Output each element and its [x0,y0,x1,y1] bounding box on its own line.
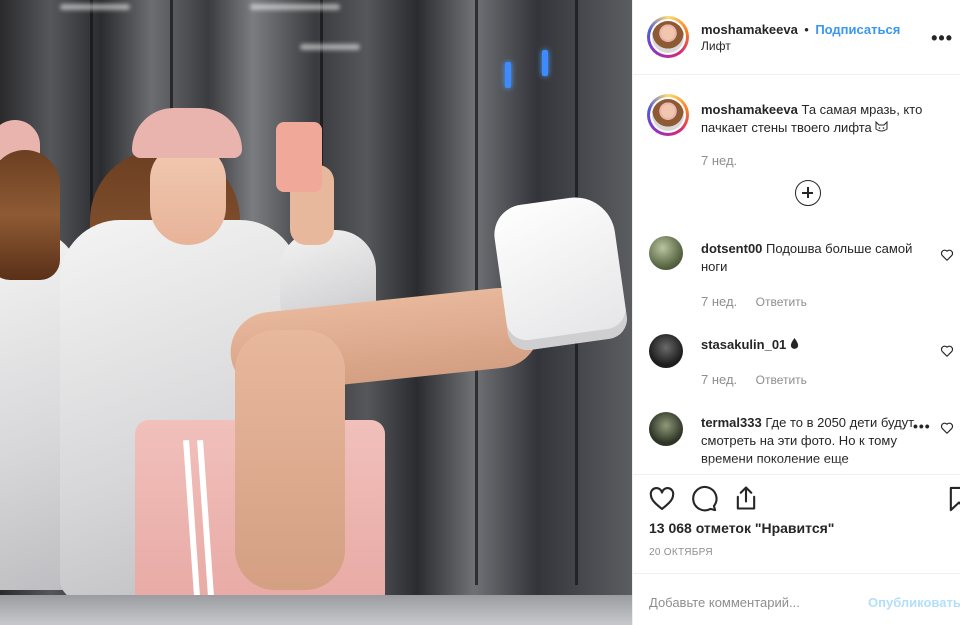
post-date[interactable]: 20 ОКТЯБРЯ [649,547,713,558]
post-photo[interactable] [0,0,632,625]
elevator-floor [0,595,632,625]
author-username[interactable]: moshamakeeva [701,22,798,37]
comment-username[interactable]: termal333 [701,415,762,430]
author-avatar[interactable] [647,16,689,58]
ceiling-light [300,44,360,50]
leg-lower [235,330,345,590]
commenter-avatar[interactable] [649,334,683,368]
comment-time[interactable]: 7 нед. [701,372,737,387]
share-icon[interactable] [732,484,760,512]
caption: moshamakeeva Та самая мразь, кто пачкает… [701,101,951,137]
comment-meta: 7 нед. Ответить [701,371,807,389]
floor-indicator-light [542,50,548,76]
drop-icon [790,337,799,352]
caption-avatar[interactable] [647,94,689,136]
phone [276,122,322,192]
reply-button[interactable]: Ответить [756,295,807,309]
heart-icon[interactable] [940,421,954,435]
publish-button[interactable]: Опубликовать [868,595,960,610]
reply-button[interactable]: Ответить [756,373,807,387]
heart-icon[interactable] [940,344,954,358]
caption-username[interactable]: moshamakeeva [701,102,798,117]
likes-count[interactable]: 13 068 отметок "Нравится" [649,520,834,536]
heart-icon[interactable] [940,248,954,262]
comment-input[interactable]: Добавьте комментарий... [649,595,800,610]
reflection-hair [0,150,60,280]
ceiling-light [250,4,340,10]
comment-time[interactable]: 7 нед. [701,294,737,309]
comment-options-icon[interactable]: ••• [913,418,931,434]
comment-row: dotsent00 Подошва больше самой ноги [701,240,921,276]
sneaker [490,192,630,353]
header-author-line: moshamakeeva • Подписаться [701,21,900,39]
add-comment-bar: Добавьте комментарий... Опубликовать [633,573,960,625]
caption-time[interactable]: 7 нед. [701,153,737,168]
post-sidebar: moshamakeeva • Подписаться Лифт ••• mosh… [632,0,960,625]
post-header: moshamakeeva • Подписаться Лифт ••• [633,0,960,75]
face [150,145,226,245]
commenter-avatar[interactable] [649,236,683,270]
comment-username[interactable]: stasakulin_01 [701,337,786,352]
follow-button[interactable]: Подписаться [815,22,900,37]
plus-circle-icon[interactable] [795,180,821,206]
comment-meta: 7 нед. Ответить [701,293,807,311]
heart-icon[interactable] [648,485,676,513]
ceiling-light [60,4,130,10]
comment-icon[interactable] [690,485,718,513]
action-bar [633,474,960,475]
commenter-avatar[interactable] [649,412,683,446]
cap [132,108,242,158]
separator-dot: • [804,22,809,37]
comment-username[interactable]: dotsent00 [701,241,762,256]
cat-face-icon [875,120,888,135]
bookmark-icon[interactable] [945,485,960,513]
comments-fade [633,460,960,474]
comment-row: stasakulin_01 [701,336,921,354]
more-horizontal-icon[interactable]: ••• [931,28,953,49]
floor-indicator-light [505,62,511,88]
location-link[interactable]: Лифт [701,39,731,53]
